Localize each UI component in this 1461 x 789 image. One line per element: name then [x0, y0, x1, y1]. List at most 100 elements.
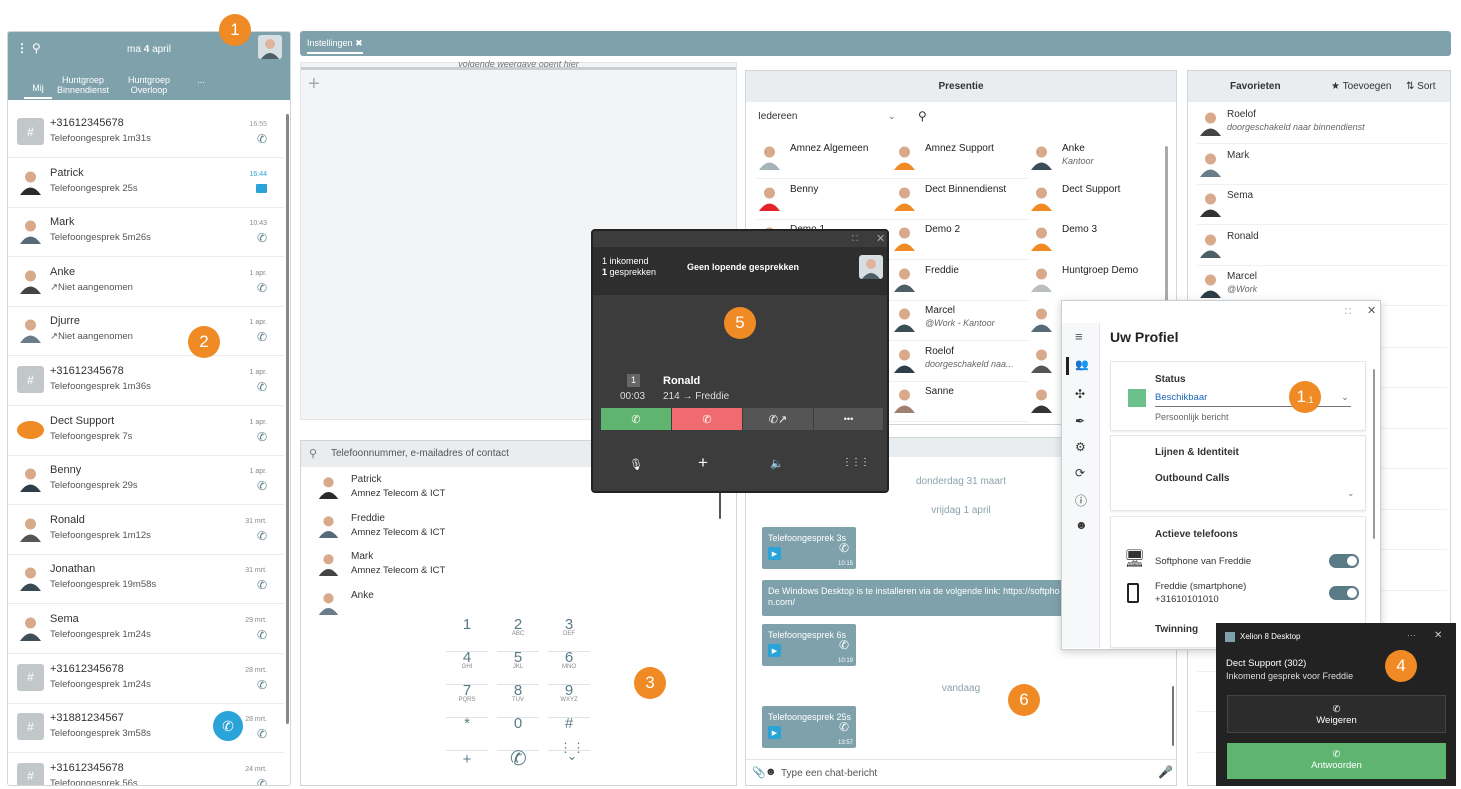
presence-item[interactable]: Dect Binnendienst: [891, 180, 1029, 220]
smartphone-toggle[interactable]: [1329, 586, 1359, 600]
more-options-icon[interactable]: ···: [1407, 630, 1416, 640]
call-history-item[interactable]: # +31612345678 Telefoongesprek 1m24s 28 mrt…: [8, 654, 284, 704]
phone-icon[interactable]: ✆: [257, 380, 267, 394]
play-recording-button[interactable]: ▶: [768, 726, 781, 739]
hide-keypad-icon[interactable]: ⋮⋮ ⌄: [559, 741, 585, 762]
keypad-key[interactable]: *: [446, 715, 488, 751]
presence-item[interactable]: Dect Support: [1028, 180, 1166, 220]
chat-input[interactable]: Type een chat-bericht: [781, 768, 877, 779]
sync-icon[interactable]: ⟳: [1075, 466, 1085, 480]
presence-item[interactable]: Anke Kantoor: [1028, 139, 1166, 179]
call-history-item[interactable]: # +31612345678 Telefoongesprek 1m36s 1 apr.…: [8, 356, 284, 406]
personal-message-field[interactable]: Persoonlijk bericht: [1155, 412, 1229, 422]
expand-icon[interactable]: ⛶: [852, 234, 858, 244]
users-settings-icon[interactable]: 👥: [1075, 358, 1089, 371]
keypad-key[interactable]: 2 ABC: [497, 616, 539, 652]
call-history-item[interactable]: Benny Telefoongesprek 29s 1 apr. ✆: [8, 455, 284, 506]
presence-item[interactable]: Huntgroep Demo: [1028, 261, 1166, 301]
presence-item[interactable]: Roelof doorgeschakeld naa...: [891, 342, 1029, 382]
phone-icon[interactable]: ✆: [257, 727, 267, 741]
chat-message[interactable]: De Windows Desktop is te installeren via…: [762, 580, 1067, 616]
presence-item[interactable]: Amnez Algemeen: [756, 139, 894, 179]
add-favorite-button[interactable]: ★ Toevoegen: [1331, 81, 1392, 92]
play-recording-button[interactable]: ▶: [768, 547, 781, 560]
softphone-toggle[interactable]: [1329, 554, 1359, 568]
transfer-call-button[interactable]: ✆↗: [743, 408, 813, 430]
brush-icon[interactable]: ✒: [1075, 414, 1085, 428]
phone-icon[interactable]: ✆: [257, 479, 267, 493]
phone-icon[interactable]: ✆: [257, 330, 267, 344]
favorite-item[interactable]: Mark: [1197, 145, 1447, 185]
chevron-down-icon[interactable]: ⌄: [1347, 488, 1355, 499]
favorite-item[interactable]: Ronald: [1197, 226, 1447, 266]
info-icon[interactable]: ⓘ: [1075, 492, 1087, 509]
contact-suggestion[interactable]: Mark Amnez Telecom & ICT: [316, 549, 716, 587]
contact-suggestion[interactable]: Freddie Amnez Telecom & ICT: [316, 511, 716, 549]
phone-icon[interactable]: ✆: [257, 578, 267, 592]
call-history-item[interactable]: Sema Telefoongesprek 1m24s 29 mrt. ✆: [8, 604, 284, 654]
outbound-calls-label[interactable]: Outbound Calls: [1155, 473, 1229, 484]
presence-item[interactable]: Freddie: [891, 261, 1029, 301]
presence-item[interactable]: Sanne: [891, 382, 1029, 422]
call-history-item[interactable]: Ronald Telefoongesprek 1m12s 31 mrt. ✆: [8, 505, 284, 555]
dial-call-button[interactable]: ✆: [510, 746, 527, 771]
scrollbar[interactable]: [286, 114, 289, 724]
call-history-item[interactable]: # +31612345678 Telefoongesprek 1m31s 16:55 ✆: [8, 108, 284, 158]
keypad-key[interactable]: 8 TUV: [497, 682, 539, 718]
chat-icon[interactable]: [256, 182, 267, 196]
phone-icon[interactable]: ✆: [257, 529, 267, 543]
attach-icon[interactable]: 📎: [752, 766, 766, 779]
chat-message[interactable]: Telefoongesprek 6s ▶ ✆ 10:19: [762, 624, 856, 666]
add-view-button[interactable]: +: [308, 73, 320, 96]
reject-button[interactable]: ✆ Weigeren: [1227, 695, 1446, 733]
close-icon[interactable]: ✕: [1367, 304, 1376, 317]
lines-label[interactable]: Lijnen & Identiteit: [1155, 447, 1239, 458]
add-call-icon[interactable]: +: [698, 453, 708, 473]
call-history-item[interactable]: Anke ↗Niet aangenomen 1 apr. ✆: [8, 257, 284, 307]
call-fab-button[interactable]: ✆: [213, 711, 243, 741]
keypad-key[interactable]: 4 GHI: [446, 649, 488, 685]
presence-item[interactable]: Benny: [756, 180, 894, 220]
keypad-plus-key[interactable]: +: [446, 751, 488, 768]
call-history-item[interactable]: Jonathan Telefoongesprek 19m58s 31 mrt. ✆: [8, 554, 284, 605]
status-select[interactable]: Beschikbaar ⌄: [1155, 392, 1351, 407]
chat-message[interactable]: Telefoongesprek 3s ▶ ✆ 10:15: [762, 527, 856, 569]
close-icon[interactable]: ✕: [1434, 630, 1442, 641]
phone-icon[interactable]: ✆: [257, 678, 267, 692]
menu-icon[interactable]: ≡: [1075, 329, 1083, 344]
speaker-icon[interactable]: 🔈: [770, 457, 784, 470]
microphone-icon[interactable]: 🎤: [1158, 765, 1173, 779]
scrollbar[interactable]: [1172, 686, 1174, 746]
phone-icon[interactable]: ✆: [257, 132, 267, 146]
support-icon[interactable]: ☻: [1075, 518, 1088, 532]
phone-icon[interactable]: ✆: [257, 281, 267, 295]
accept-button[interactable]: ✆ Antwoorden: [1227, 743, 1446, 779]
phone-icon[interactable]: ✆: [257, 231, 267, 245]
tab-group-1[interactable]: Huntgroep Binnendienst: [52, 75, 114, 95]
hangup-button[interactable]: ✆: [672, 408, 742, 430]
phone-icon[interactable]: ✆: [257, 628, 267, 642]
call-history-item[interactable]: Patrick Telefoongesprek 25s 16:44: [8, 158, 284, 208]
presence-item[interactable]: Amnez Support: [891, 139, 1029, 179]
call-history-item[interactable]: Mark Telefoongesprek 5m26s 10:43 ✆: [8, 207, 284, 258]
microphone-icon[interactable]: 🎙: [629, 458, 643, 471]
chevron-down-icon[interactable]: ⌄: [888, 111, 896, 122]
chat-message[interactable]: Telefoongesprek 25s ▶ ✆ 13:57: [762, 706, 856, 748]
tab-group-2[interactable]: Huntgroep Overloop: [122, 75, 176, 95]
keypad-key[interactable]: 9 WXYZ: [548, 682, 590, 718]
play-recording-button[interactable]: ▶: [768, 644, 781, 657]
answer-call-button[interactable]: ✆: [601, 408, 671, 430]
keypad-key[interactable]: 1: [446, 616, 488, 652]
expand-icon[interactable]: ⛶: [1345, 307, 1351, 317]
dialer-search-input[interactable]: Telefoonnummer, e-mailadres of contact: [331, 448, 509, 459]
presence-item[interactable]: Marcel @Work - Kantoor: [891, 301, 1029, 341]
close-tab-icon[interactable]: ✖: [355, 38, 363, 48]
scrollbar[interactable]: [1373, 369, 1375, 539]
presence-item[interactable]: Demo 3: [1028, 220, 1166, 260]
call-history-item[interactable]: # +31612345678 Telefoongesprek 56s 24 mrt. ✆: [8, 753, 284, 785]
search-icon[interactable]: ⚲: [918, 109, 927, 123]
call-history-item[interactable]: Djurre ↗Niet aangenomen 1 apr. ✆: [8, 306, 284, 357]
keypad-key[interactable]: 7 PQRS: [446, 682, 488, 718]
keypad-key[interactable]: 6 MNO: [548, 649, 590, 685]
lines-icon[interactable]: ✣: [1075, 387, 1085, 401]
